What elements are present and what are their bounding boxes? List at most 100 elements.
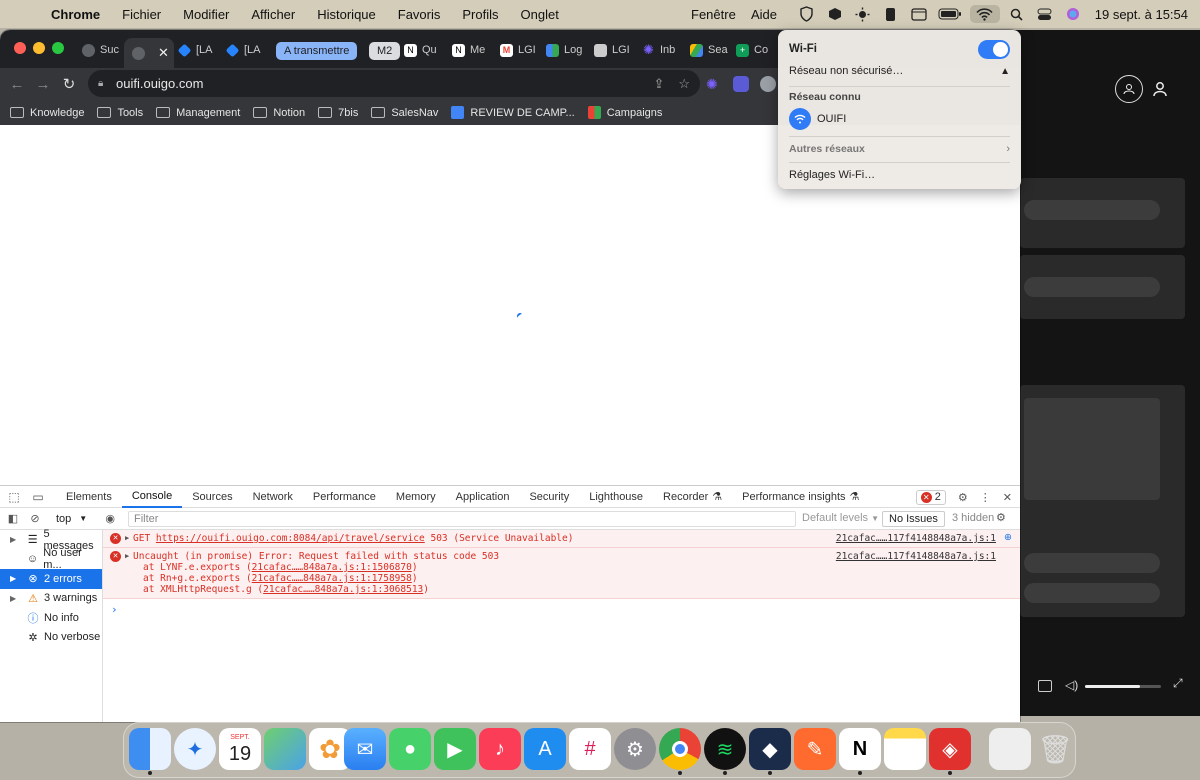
vpn-shield-icon[interactable] (796, 5, 818, 23)
finder-icon[interactable] (129, 728, 171, 770)
context-selector[interactable]: top ▼ (56, 513, 87, 525)
address-bar[interactable]: 🔒︎ ouifi.ouigo.com ⇪ ☆ (88, 70, 700, 97)
clock[interactable]: 19 sept. à 15:54 (1095, 7, 1188, 22)
issues-button[interactable]: No Issues (882, 511, 945, 527)
unsecured-network-item[interactable]: Réseau non sécurisé… ▲ (789, 63, 1010, 79)
log-url[interactable]: https://ouifi.ouigo.com:8084/api/travel/… (156, 533, 425, 544)
siri-icon[interactable] (1062, 5, 1084, 23)
safari-icon[interactable]: ✦ (174, 728, 216, 770)
extension-star-icon[interactable]: ✺ (706, 76, 722, 92)
search-icon[interactable] (1006, 5, 1028, 23)
stack-link[interactable]: 21cafac……848a7a.js:1:1758958 (252, 573, 412, 584)
stack-link[interactable]: 21cafac……848a7a.js:1:1506870 (252, 562, 412, 573)
volume-slider[interactable] (1085, 685, 1161, 688)
tab-sources[interactable]: Sources (182, 486, 242, 508)
cube-icon[interactable] (824, 5, 846, 23)
forward-icon[interactable]: → (30, 76, 56, 93)
mail-icon[interactable]: ✉ (344, 728, 386, 770)
security-icon[interactable]: ◈ (929, 728, 971, 770)
notes-icon[interactable] (884, 728, 926, 770)
sidebar-item-user-messages[interactable]: ☺ No user m... (0, 547, 102, 571)
wifi-settings-item[interactable]: Réglages Wi-Fi… (789, 168, 1010, 182)
tab-security[interactable]: Security (519, 486, 579, 508)
sun-icon[interactable] (852, 5, 874, 23)
phone-icon[interactable] (880, 5, 902, 23)
screen-icon[interactable] (1038, 680, 1052, 692)
network-ouifi[interactable]: OUIFI (789, 107, 1010, 131)
group-icon[interactable] (1115, 75, 1143, 103)
tab-group-a-transmettre[interactable]: A transmettre (276, 42, 358, 60)
more-options-icon[interactable]: ⋮ (980, 491, 991, 504)
inspect-icon[interactable]: ⬚ (2, 490, 26, 504)
tab-co[interactable]: + Co (736, 38, 776, 62)
chrome-icon[interactable] (659, 728, 701, 770)
control-center-icon[interactable] (1034, 5, 1056, 23)
tab-sea[interactable]: Sea (690, 38, 730, 62)
tab-inb[interactable]: ✺ Inb (642, 38, 682, 62)
menu-profils[interactable]: Profils (451, 7, 509, 22)
log-levels-dropdown[interactable]: Default levels ▼ (802, 512, 879, 524)
speaker-icon[interactable]: ◁) (1065, 678, 1078, 692)
bookmark-management[interactable]: Management (156, 107, 240, 119)
trash-icon[interactable]: 🗑︎ (1034, 728, 1076, 770)
share-icon[interactable]: ⇪ (653, 76, 664, 92)
lock-icon[interactable]: 🔒︎ (98, 78, 116, 89)
console-settings-icon[interactable]: ⚙ (996, 511, 1006, 524)
log-source-link[interactable]: 21cafac……117f4148848a7a.js:1 (836, 533, 996, 544)
spotify-icon[interactable]: ≋ (704, 728, 746, 770)
expand-triangle-icon[interactable]: ▶ (125, 533, 129, 544)
bookmark-7bis[interactable]: 7bis (318, 107, 358, 119)
tab-active[interactable]: ✕ (124, 38, 174, 68)
bookmark-knowledge[interactable]: Knowledge (10, 107, 84, 119)
bookmark-review[interactable]: REVIEW DE CAMP... (451, 106, 575, 119)
appstore-icon[interactable]: A (524, 728, 566, 770)
settings-icon[interactable]: ⚙ (614, 728, 656, 770)
other-networks-item[interactable]: Autres réseaux › (789, 142, 1010, 156)
device-toolbar-icon[interactable]: ▭ (26, 490, 50, 504)
wifi-icon[interactable] (969, 5, 1000, 23)
bookmark-campaigns[interactable]: Campaigns (587, 106, 662, 119)
tab-console[interactable]: Console (121, 486, 183, 508)
pen-icon[interactable]: ✎ (794, 728, 836, 770)
sidebar-toggle-icon[interactable]: ◧ (2, 512, 24, 525)
reload-icon[interactable]: ↻ (56, 75, 82, 93)
expand-triangle-icon[interactable]: ▶ (125, 551, 129, 562)
log-entry-network-error[interactable]: ✕ ▶ GET https://ouifi.ouigo.com:8084/api… (103, 530, 1020, 548)
wifi-toggle[interactable] (978, 39, 1010, 59)
tab-lighthouse[interactable]: Lighthouse (579, 486, 653, 508)
tab-lgi-2[interactable]: LGI (594, 38, 634, 62)
calendar-icon[interactable]: SEPT. 19 (219, 728, 261, 770)
tab-recorder[interactable]: Recorder ⚗︎ (653, 486, 732, 508)
network-globe-icon[interactable]: ⊕ (1004, 532, 1012, 543)
tab-network[interactable]: Network (243, 486, 303, 508)
menu-historique[interactable]: Historique (306, 7, 387, 22)
notion-icon[interactable]: N (839, 728, 881, 770)
tab-suc[interactable]: Suc (82, 38, 122, 62)
log-source-link[interactable]: 21cafac……117f4148848a7a.js:1 (836, 551, 996, 562)
log-entry-uncaught-error[interactable]: ✕ ▶ Uncaught (in promise) Error: Request… (103, 548, 1020, 599)
menu-aide[interactable]: Aide (740, 7, 788, 22)
tab-la-1[interactable]: [LA (178, 38, 218, 62)
sidebar-item-verbose[interactable]: ✲ No verbose (0, 628, 102, 648)
fullscreen-icon[interactable]: ⤢ (1173, 676, 1183, 691)
menu-afficher[interactable]: Afficher (240, 7, 306, 22)
menu-onglet[interactable]: Onglet (510, 7, 570, 22)
menu-fenetre[interactable]: Fenêtre (680, 7, 747, 22)
preview-icon[interactable] (989, 728, 1031, 770)
url-text[interactable]: ouifi.ouigo.com (116, 76, 203, 91)
menu-modifier[interactable]: Modifier (172, 7, 240, 22)
display-icon[interactable] (908, 5, 930, 23)
eye-icon[interactable]: ◉ (99, 512, 121, 525)
settings-gear-icon[interactable]: ⚙ (958, 491, 968, 504)
profile-icon[interactable] (1146, 75, 1174, 103)
tab-lgi-1[interactable]: M LGI (500, 38, 540, 62)
filter-input[interactable]: Filter (128, 511, 796, 527)
sidebar-item-warnings[interactable]: ▶ ⚠ 3 warnings (0, 589, 102, 609)
menu-fichier[interactable]: Fichier (111, 7, 172, 22)
tab-log[interactable]: Log (546, 38, 586, 62)
minimize-window-button[interactable] (33, 42, 45, 54)
menu-favoris[interactable]: Favoris (387, 7, 452, 22)
tab-application[interactable]: Application (446, 486, 520, 508)
battery-icon[interactable] (936, 5, 964, 23)
extension-icon[interactable] (760, 76, 776, 92)
